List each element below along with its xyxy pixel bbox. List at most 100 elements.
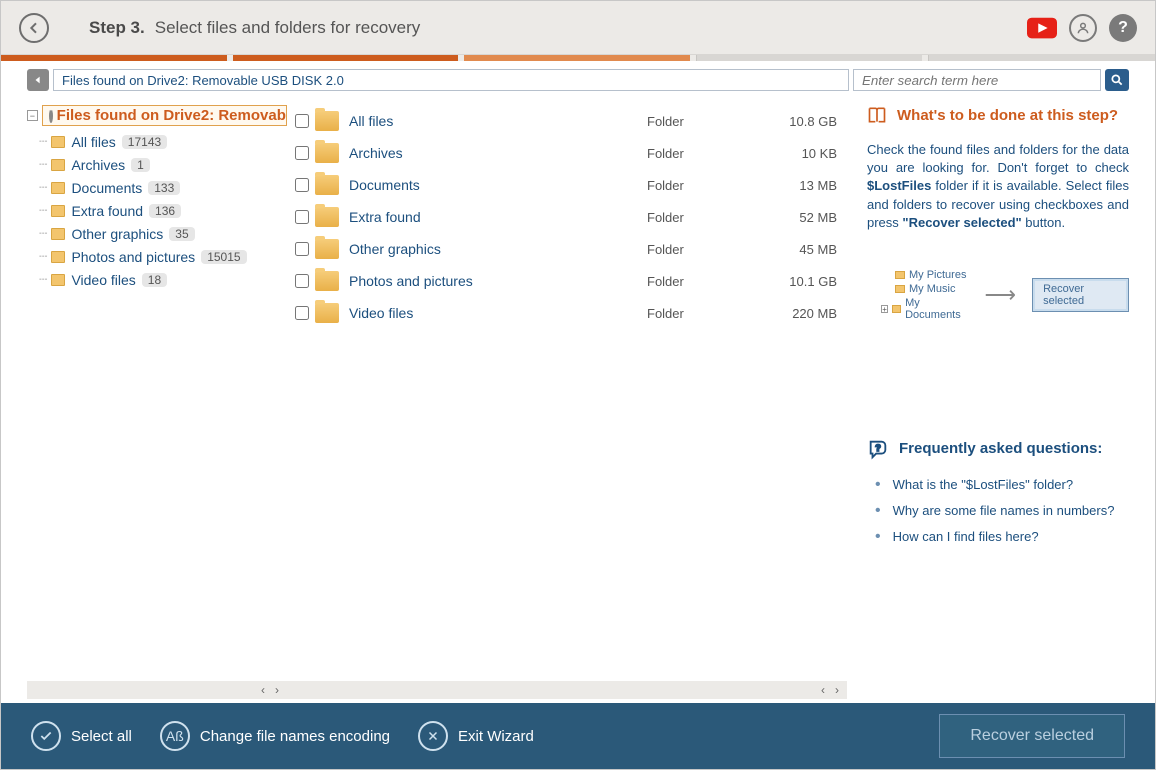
tree-branch-icon: ┄ bbox=[39, 225, 47, 242]
folder-icon bbox=[51, 251, 65, 263]
file-size: 10.1 GB bbox=[747, 274, 847, 289]
tree-item[interactable]: ┄All files17143 bbox=[55, 130, 287, 153]
exit-wizard-button[interactable]: Exit Wizard bbox=[418, 721, 534, 751]
search-input[interactable] bbox=[853, 69, 1101, 91]
tree-root-label: Files found on Drive2: Removab bbox=[57, 107, 286, 124]
file-type: Folder bbox=[647, 114, 747, 129]
tree-item[interactable]: ┄Video files18 bbox=[55, 268, 287, 291]
faq-icon: ? bbox=[867, 438, 889, 460]
tree-item-label: Other graphics bbox=[71, 226, 163, 242]
file-row[interactable]: Photos and picturesFolder10.1 GB bbox=[287, 265, 847, 297]
back-button[interactable] bbox=[19, 13, 49, 43]
file-type: Folder bbox=[647, 274, 747, 289]
file-row[interactable]: All filesFolder10.8 GB bbox=[287, 105, 847, 137]
file-name: Archives bbox=[349, 145, 647, 161]
tree-branch-icon: ┄ bbox=[39, 179, 47, 196]
folder-icon bbox=[315, 111, 339, 131]
header-actions: ? bbox=[1027, 14, 1137, 42]
tree-item[interactable]: ┄Archives1 bbox=[55, 153, 287, 176]
breadcrumb-back-button[interactable] bbox=[27, 69, 49, 91]
tree-branch-icon: ┄ bbox=[39, 202, 47, 219]
file-checkbox[interactable] bbox=[295, 210, 309, 224]
folder-icon bbox=[315, 303, 339, 323]
file-row[interactable]: ArchivesFolder10 KB bbox=[287, 137, 847, 169]
scroll-left-icon[interactable]: ‹ bbox=[817, 683, 829, 697]
recover-selected-button[interactable]: Recover selected bbox=[939, 714, 1125, 758]
encoding-icon: Aß bbox=[160, 721, 190, 751]
breadcrumb-bar: Files found on Drive2: Removable USB DIS… bbox=[1, 61, 1155, 99]
search-button[interactable] bbox=[1105, 69, 1129, 91]
illustration-label: My Documents bbox=[905, 297, 968, 321]
file-row[interactable]: Other graphicsFolder45 MB bbox=[287, 233, 847, 265]
folder-icon bbox=[51, 136, 65, 148]
breadcrumb[interactable]: Files found on Drive2: Removable USB DIS… bbox=[53, 69, 849, 91]
file-row[interactable]: DocumentsFolder13 MB bbox=[287, 169, 847, 201]
folder-icon bbox=[315, 175, 339, 195]
file-row[interactable]: Video filesFolder220 MB bbox=[287, 297, 847, 329]
help-icon[interactable]: ? bbox=[1109, 14, 1137, 42]
filelist-scrollbar[interactable]: ‹ › bbox=[287, 681, 847, 699]
tree-branch-icon: ┄ bbox=[39, 248, 47, 265]
folder-icon bbox=[315, 271, 339, 291]
help-body: Check the found files and folders for th… bbox=[867, 141, 1129, 232]
encoding-button[interactable]: Aß Change file names encoding bbox=[160, 721, 390, 751]
tree-branch-icon: ┄ bbox=[39, 133, 47, 150]
faq-item-label: What is the "$LostFiles" folder? bbox=[893, 477, 1073, 492]
recover-selected-label: Recover selected bbox=[970, 727, 1094, 744]
tree-item[interactable]: ┄Photos and pictures15015 bbox=[55, 245, 287, 268]
tree-item[interactable]: ┄Other graphics35 bbox=[55, 222, 287, 245]
select-all-button[interactable]: Select all bbox=[31, 721, 132, 751]
file-checkbox[interactable] bbox=[295, 114, 309, 128]
tree-panel: − Files found on Drive2: Removab ┄All fi… bbox=[27, 99, 287, 699]
tree-item[interactable]: ┄Extra found136 bbox=[55, 199, 287, 222]
file-name: Extra found bbox=[349, 209, 647, 225]
user-icon[interactable] bbox=[1069, 14, 1097, 42]
tree-item-count: 133 bbox=[148, 181, 180, 195]
file-checkbox[interactable] bbox=[295, 146, 309, 160]
folder-icon bbox=[895, 285, 905, 293]
scroll-right-icon[interactable]: › bbox=[271, 683, 283, 697]
folder-icon bbox=[51, 182, 65, 194]
file-checkbox[interactable] bbox=[295, 306, 309, 320]
loading-icon bbox=[49, 109, 53, 123]
footer-bar: Select all Aß Change file names encoding… bbox=[1, 703, 1155, 769]
folder-icon bbox=[51, 159, 65, 171]
file-checkbox[interactable] bbox=[295, 178, 309, 192]
tree-item[interactable]: ┄Documents133 bbox=[55, 176, 287, 199]
scroll-right-icon[interactable]: › bbox=[831, 683, 843, 697]
tree-item-label: Documents bbox=[71, 180, 142, 196]
tree-item-count: 17143 bbox=[122, 135, 167, 149]
folder-icon bbox=[895, 271, 905, 279]
close-icon bbox=[418, 721, 448, 751]
tree-item-label: Photos and pictures bbox=[71, 249, 195, 265]
tree-collapse-icon[interactable]: − bbox=[27, 110, 38, 121]
tree-branch-icon: ┄ bbox=[39, 156, 47, 173]
encoding-label: Change file names encoding bbox=[200, 728, 390, 745]
faq-item[interactable]: What is the "$LostFiles" folder? bbox=[867, 472, 1129, 498]
tree-item-label: Video files bbox=[71, 272, 135, 288]
file-row[interactable]: Extra foundFolder52 MB bbox=[287, 201, 847, 233]
file-size: 10 KB bbox=[747, 146, 847, 161]
tree-item-count: 136 bbox=[149, 204, 181, 218]
faq-item[interactable]: How can I find files here? bbox=[867, 524, 1129, 550]
tree-root[interactable]: Files found on Drive2: Removab bbox=[42, 105, 287, 126]
folder-icon bbox=[51, 205, 65, 217]
tree-item-count: 15015 bbox=[201, 250, 246, 264]
file-checkbox[interactable] bbox=[295, 274, 309, 288]
file-name: All files bbox=[349, 113, 647, 129]
header: Step 3. Select files and folders for rec… bbox=[1, 1, 1155, 55]
youtube-icon[interactable] bbox=[1027, 17, 1057, 39]
illustration-row: My Pictures bbox=[881, 268, 969, 282]
tree-scrollbar[interactable]: ‹ › bbox=[27, 681, 287, 699]
file-checkbox[interactable] bbox=[295, 242, 309, 256]
file-type: Folder bbox=[647, 178, 747, 193]
main-content: − Files found on Drive2: Removab ┄All fi… bbox=[1, 99, 1155, 703]
exit-wizard-label: Exit Wizard bbox=[458, 728, 534, 745]
illustration-row: My Music bbox=[881, 282, 969, 296]
folder-tree: − Files found on Drive2: Removab ┄All fi… bbox=[27, 99, 287, 681]
scroll-left-icon[interactable]: ‹ bbox=[257, 683, 269, 697]
file-name: Other graphics bbox=[349, 241, 647, 257]
faq-item[interactable]: Why are some file names in numbers? bbox=[867, 498, 1129, 524]
file-name: Video files bbox=[349, 305, 647, 321]
step-number: Step 3. bbox=[89, 18, 145, 38]
